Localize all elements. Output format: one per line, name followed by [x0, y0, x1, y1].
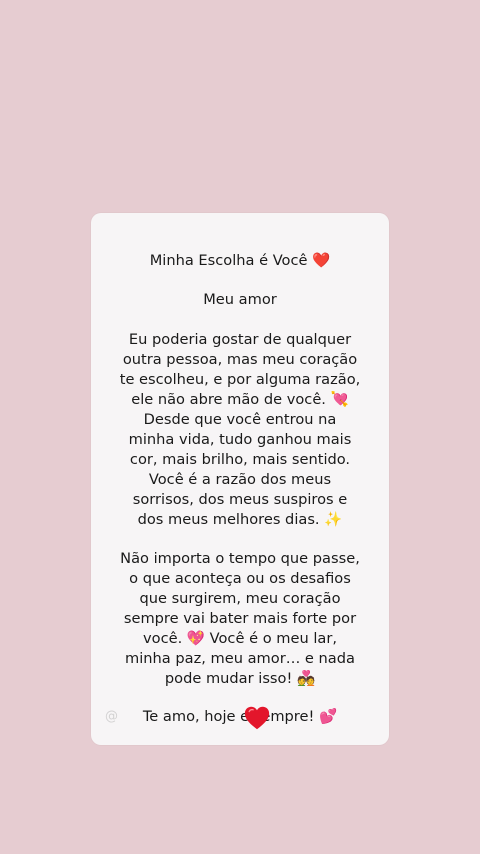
note-greeting: Meu amor [203, 291, 277, 308]
red-heart-icon [244, 706, 270, 730]
note-card: Minha Escolha é Você ❤️ Meu amor Eu pode… [91, 213, 389, 745]
note-paragraph-1: Eu poderia gostar de qualquer outra pess… [119, 331, 361, 528]
note-paragraph-2: Não importa o tempo que passe, o que aco… [120, 550, 360, 687]
note-closing: Te amo, hoje e sempre! 💕 [142, 708, 338, 725]
note-title: Minha Escolha é Você ❤️ [149, 252, 331, 269]
